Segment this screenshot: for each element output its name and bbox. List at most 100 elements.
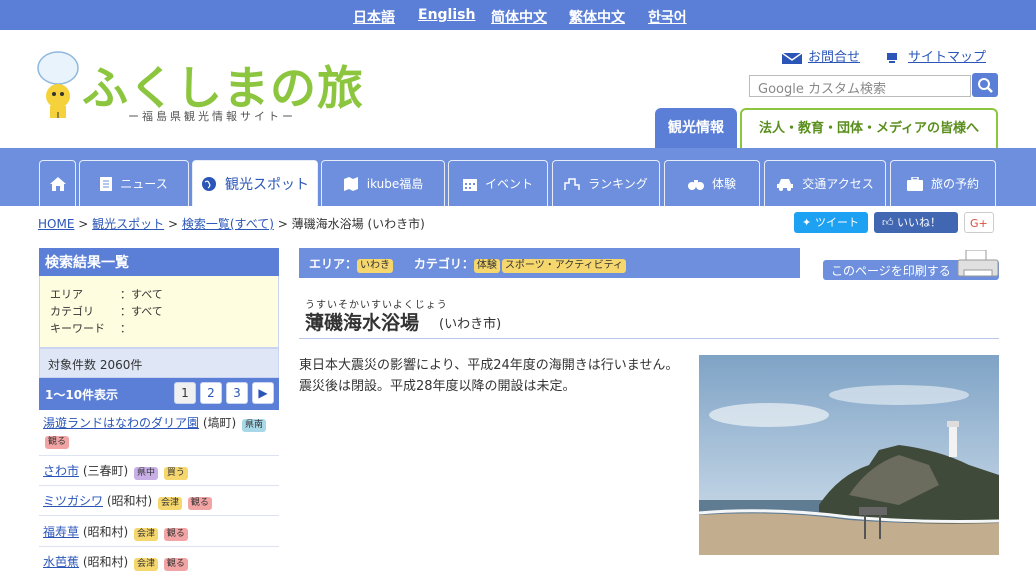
area-label: エリア： (309, 257, 358, 271)
category-tag: 観る (45, 436, 70, 449)
cond-value: ： (120, 322, 131, 335)
nav-spots-label: 観光スポット (225, 176, 309, 193)
area-tag: いわき (357, 259, 394, 273)
breadcrumb-sep: > (167, 217, 179, 231)
search-icon (978, 78, 993, 93)
result-place: (昭和村) (82, 555, 129, 569)
monitor-icon (887, 52, 897, 63)
gplus-label: G+ (970, 217, 988, 230)
page-3-button[interactable]: 3 (226, 382, 248, 404)
lang-japanese-link[interactable]: 日本語 (353, 7, 395, 27)
nav-events-label: イベント (484, 177, 533, 191)
area-tag: 県南 (242, 419, 267, 432)
breadcrumb-home[interactable]: HOME (38, 217, 74, 231)
divider (39, 546, 279, 547)
result-count: 対象件数 2060件 (39, 348, 279, 378)
area-tag: 会津 (134, 528, 159, 541)
result-place: (三春町) (82, 464, 129, 478)
ranking-icon (564, 177, 580, 190)
tab-corporate-info[interactable]: 法人・教育・団体・メディアの皆様へ (740, 108, 998, 148)
lang-english-link[interactable]: English (418, 7, 475, 23)
result-link[interactable]: 湯遊ランドはなわのダリア園 (43, 416, 199, 430)
list-item: 水芭蕉 (昭和村) 会津 観る (43, 554, 279, 571)
search-input[interactable]: Google カスタム検索 (749, 75, 971, 97)
area-tag: 会津 (158, 497, 183, 510)
language-bar: 日本語 English 简体中文 繁体中文 한국어 (0, 0, 1036, 30)
result-link[interactable]: さわ市 (43, 464, 79, 478)
mascot-icon (37, 51, 79, 118)
lang-traditional-chinese-link[interactable]: 繁体中文 (569, 7, 625, 27)
nav-access[interactable]: 交通アクセス (764, 160, 886, 206)
area-tag: 会津 (134, 558, 159, 571)
nav-spots[interactable]: 観光スポット (192, 160, 318, 206)
nav-ranking[interactable]: ランキング (552, 160, 660, 206)
category-tag: 体験 (473, 259, 500, 273)
print-label: このページを印刷する (831, 264, 951, 278)
contact-link[interactable]: お問合せ (781, 46, 861, 65)
gplus-button[interactable]: G+ (964, 212, 994, 233)
result-link[interactable]: 水芭蕉 (43, 555, 79, 569)
page-title: 薄磯海水浴場 (305, 312, 420, 334)
cond-key: カテゴリ (50, 305, 94, 318)
cond-key: エリア (50, 288, 83, 301)
result-link[interactable]: ミツガシワ (43, 494, 103, 508)
breadcrumb-list[interactable]: 検索一覧(すべて) (182, 217, 274, 231)
like-button[interactable]: 👍︎ いいね！ 0 (874, 212, 958, 250)
breadcrumb-spots[interactable]: 観光スポット (92, 217, 164, 231)
binoculars-icon (687, 179, 704, 190)
divider (39, 485, 279, 486)
main-nav: ニュース 観光スポット ikube福島 イベント ランキング 体験 交通アクセス… (0, 148, 1036, 206)
nav-events[interactable]: イベント (448, 160, 548, 206)
globe-icon (202, 176, 216, 191)
nav-ikube[interactable]: ikube福島 (321, 160, 445, 206)
nav-news-label: ニュース (120, 177, 168, 191)
result-place: (昭和村) (106, 494, 153, 508)
divider (39, 515, 279, 516)
site-logo[interactable]: ふくしまの旅 ー福島県観光情報サイトー (36, 50, 376, 130)
category-tag: 観る (163, 528, 188, 541)
page-title-location: (いわき市) (439, 317, 502, 332)
divider (299, 338, 999, 339)
divider (39, 455, 279, 456)
nav-experience[interactable]: 体験 (664, 160, 760, 206)
printer-icon (957, 250, 999, 277)
document-icon (100, 176, 113, 191)
category-label: カテゴリ： (413, 257, 474, 271)
result-link[interactable]: 福寿草 (43, 525, 79, 539)
nav-home[interactable] (39, 160, 76, 206)
search-button[interactable] (972, 73, 998, 97)
sitemap-link[interactable]: サイトマップ (886, 46, 986, 65)
tweet-label: ツイート (815, 216, 860, 229)
nav-ranking-label: ランキング (588, 177, 648, 191)
home-icon (49, 176, 66, 191)
logo-subtitle: ー福島県観光情報サイトー (128, 110, 296, 123)
category-tag: 観る (163, 558, 188, 571)
suitcase-icon (906, 176, 923, 191)
car-icon (777, 178, 794, 191)
lang-simplified-chinese-link[interactable]: 简体中文 (491, 7, 547, 27)
sitemap-label: サイトマップ (908, 50, 987, 65)
nav-access-label: 交通アクセス (802, 177, 874, 191)
calendar-icon (462, 178, 477, 191)
spot-category-bar: エリア： いわき カテゴリ： 体験 スポーツ・アクティビティ (299, 248, 800, 278)
lang-korean-link[interactable]: 한국어 (648, 7, 687, 27)
sidebar-title: 検索結果一覧 (39, 248, 279, 276)
nav-news[interactable]: ニュース (79, 160, 189, 206)
result-place: (昭和村) (82, 525, 129, 539)
next-page-button[interactable]: ▶ (252, 382, 274, 404)
map-icon (343, 176, 358, 191)
result-place: (塙町) (202, 416, 237, 430)
page-2-button[interactable]: 2 (200, 382, 222, 404)
nav-booking[interactable]: 旅の予約 (890, 160, 996, 206)
list-item: さわ市 (三春町) 県中 買う (43, 463, 279, 480)
search-placeholder: Google カスタム検索 (758, 82, 886, 97)
beach-photo (699, 355, 999, 555)
tweet-button[interactable]: ✦ ツイート (794, 212, 868, 233)
breadcrumb: HOME > 観光スポット > 検索一覧(すべて) > 薄磯海水浴場 (いわき市… (38, 215, 425, 232)
nav-experience-label: 体験 (711, 177, 736, 191)
breadcrumb-sep: > (78, 217, 89, 231)
page-1-button[interactable]: 1 (174, 382, 196, 404)
thumbs-up-icon: 👍︎ (882, 216, 897, 229)
contact-label: お問合せ (808, 50, 861, 65)
tab-tourism-info[interactable]: 観光情報 (655, 108, 737, 148)
